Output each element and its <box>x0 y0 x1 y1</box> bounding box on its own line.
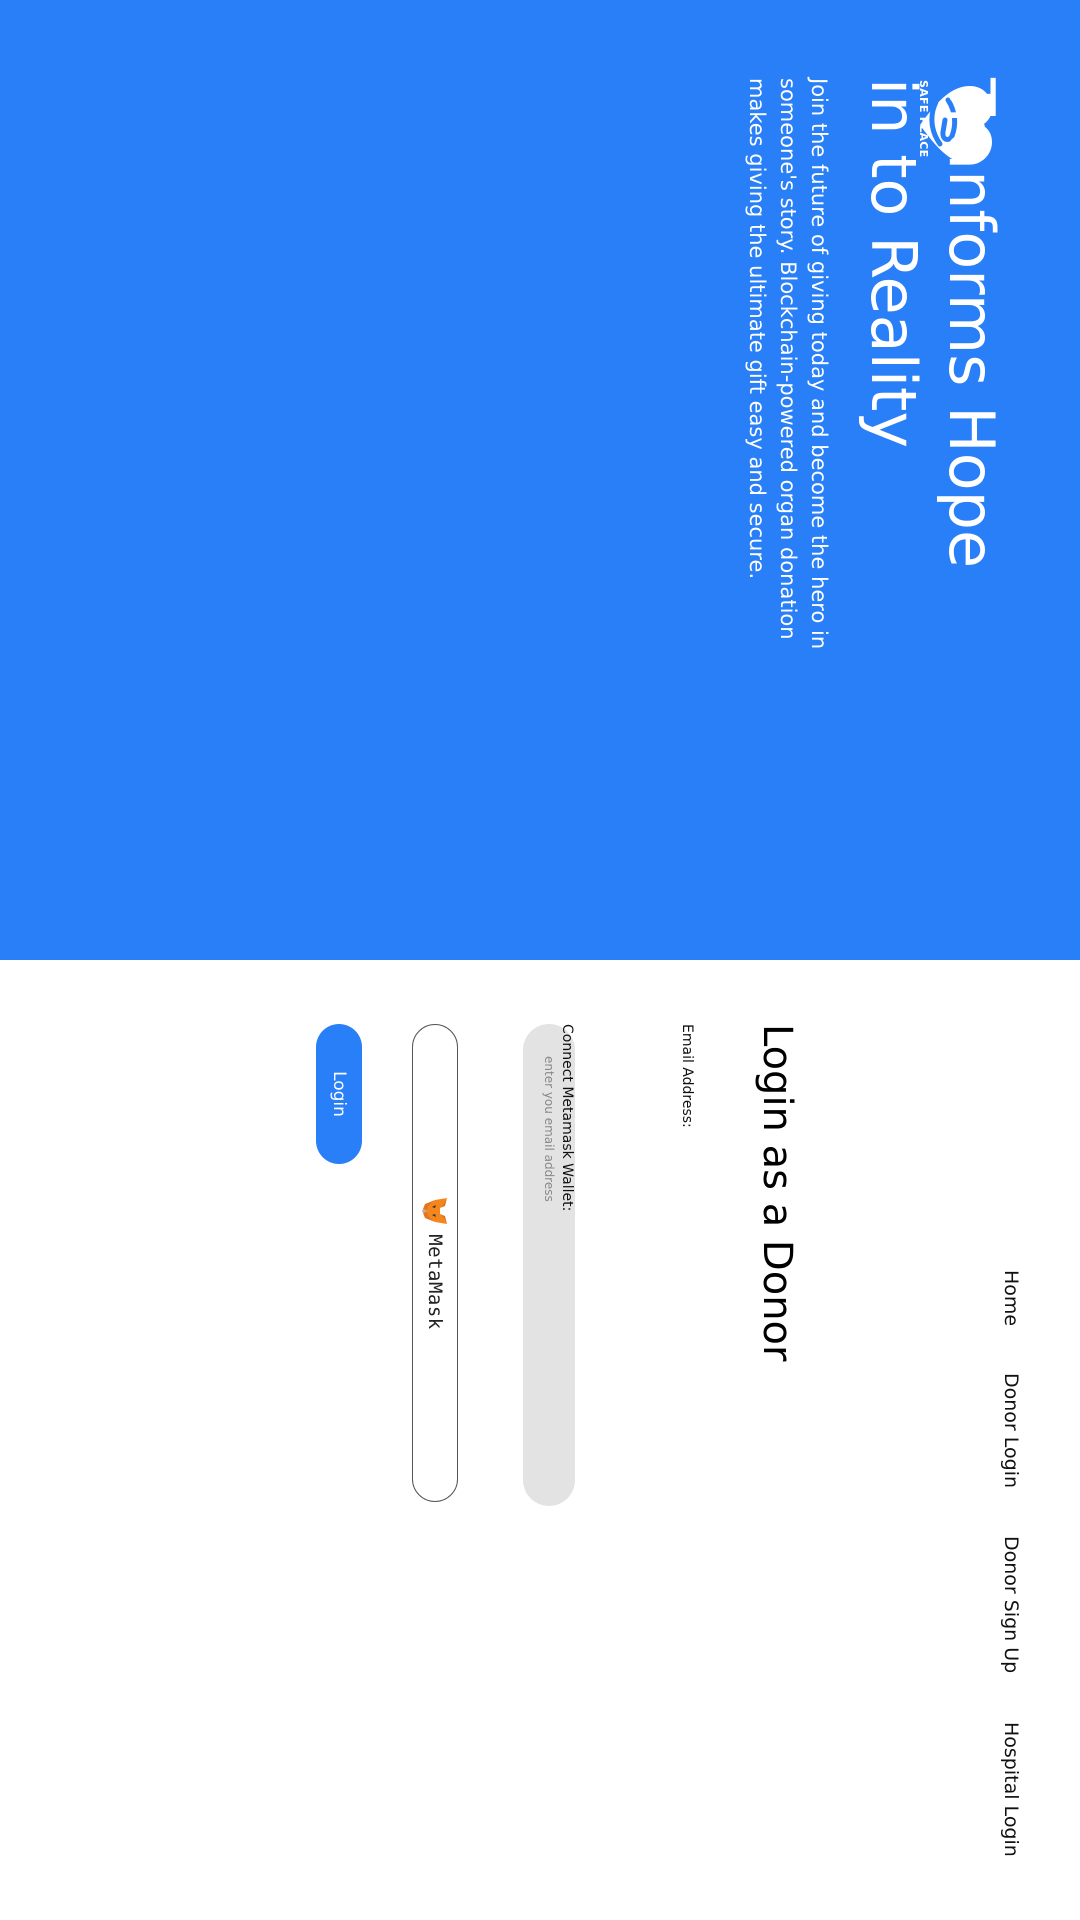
hero-title-line-2: in to Reality <box>857 78 930 449</box>
hero-title-line-1: Tranforms Hope <box>935 78 1008 569</box>
hero-title: Tranforms Hope in to Reality <box>854 78 1010 698</box>
email-label: Email Address: <box>679 1024 695 1128</box>
top-nav: Home Donor Login Donor Sign Up Hospital … <box>982 1270 1022 1870</box>
nav-hospital-login-link[interactable]: Hospital Login <box>1000 1722 1022 1857</box>
nav-home-link[interactable]: Home <box>1000 1270 1022 1326</box>
login-title: Login as a Donor <box>754 1024 800 1362</box>
metamask-wallet-label: Connect Metamask Wallet: <box>559 1024 575 1212</box>
nav-donor-signup-link[interactable]: Donor Sign Up <box>1000 1536 1022 1673</box>
login-button[interactable]: Login <box>316 1024 362 1164</box>
hero-panel: SAFE PLACE Tranforms Hope in to Reality … <box>0 0 1080 960</box>
landing-page: SAFE PLACE Tranforms Hope in to Reality … <box>0 0 1080 1920</box>
connect-metamask-button[interactable]: MetaMask <box>412 1024 458 1502</box>
nav-donor-login-link[interactable]: Donor Login <box>1000 1373 1022 1488</box>
metamask-fox-icon <box>422 1198 447 1225</box>
metamask-label: MetaMask <box>424 1234 446 1330</box>
hero-description: Join the future of giving today and beco… <box>745 78 831 650</box>
